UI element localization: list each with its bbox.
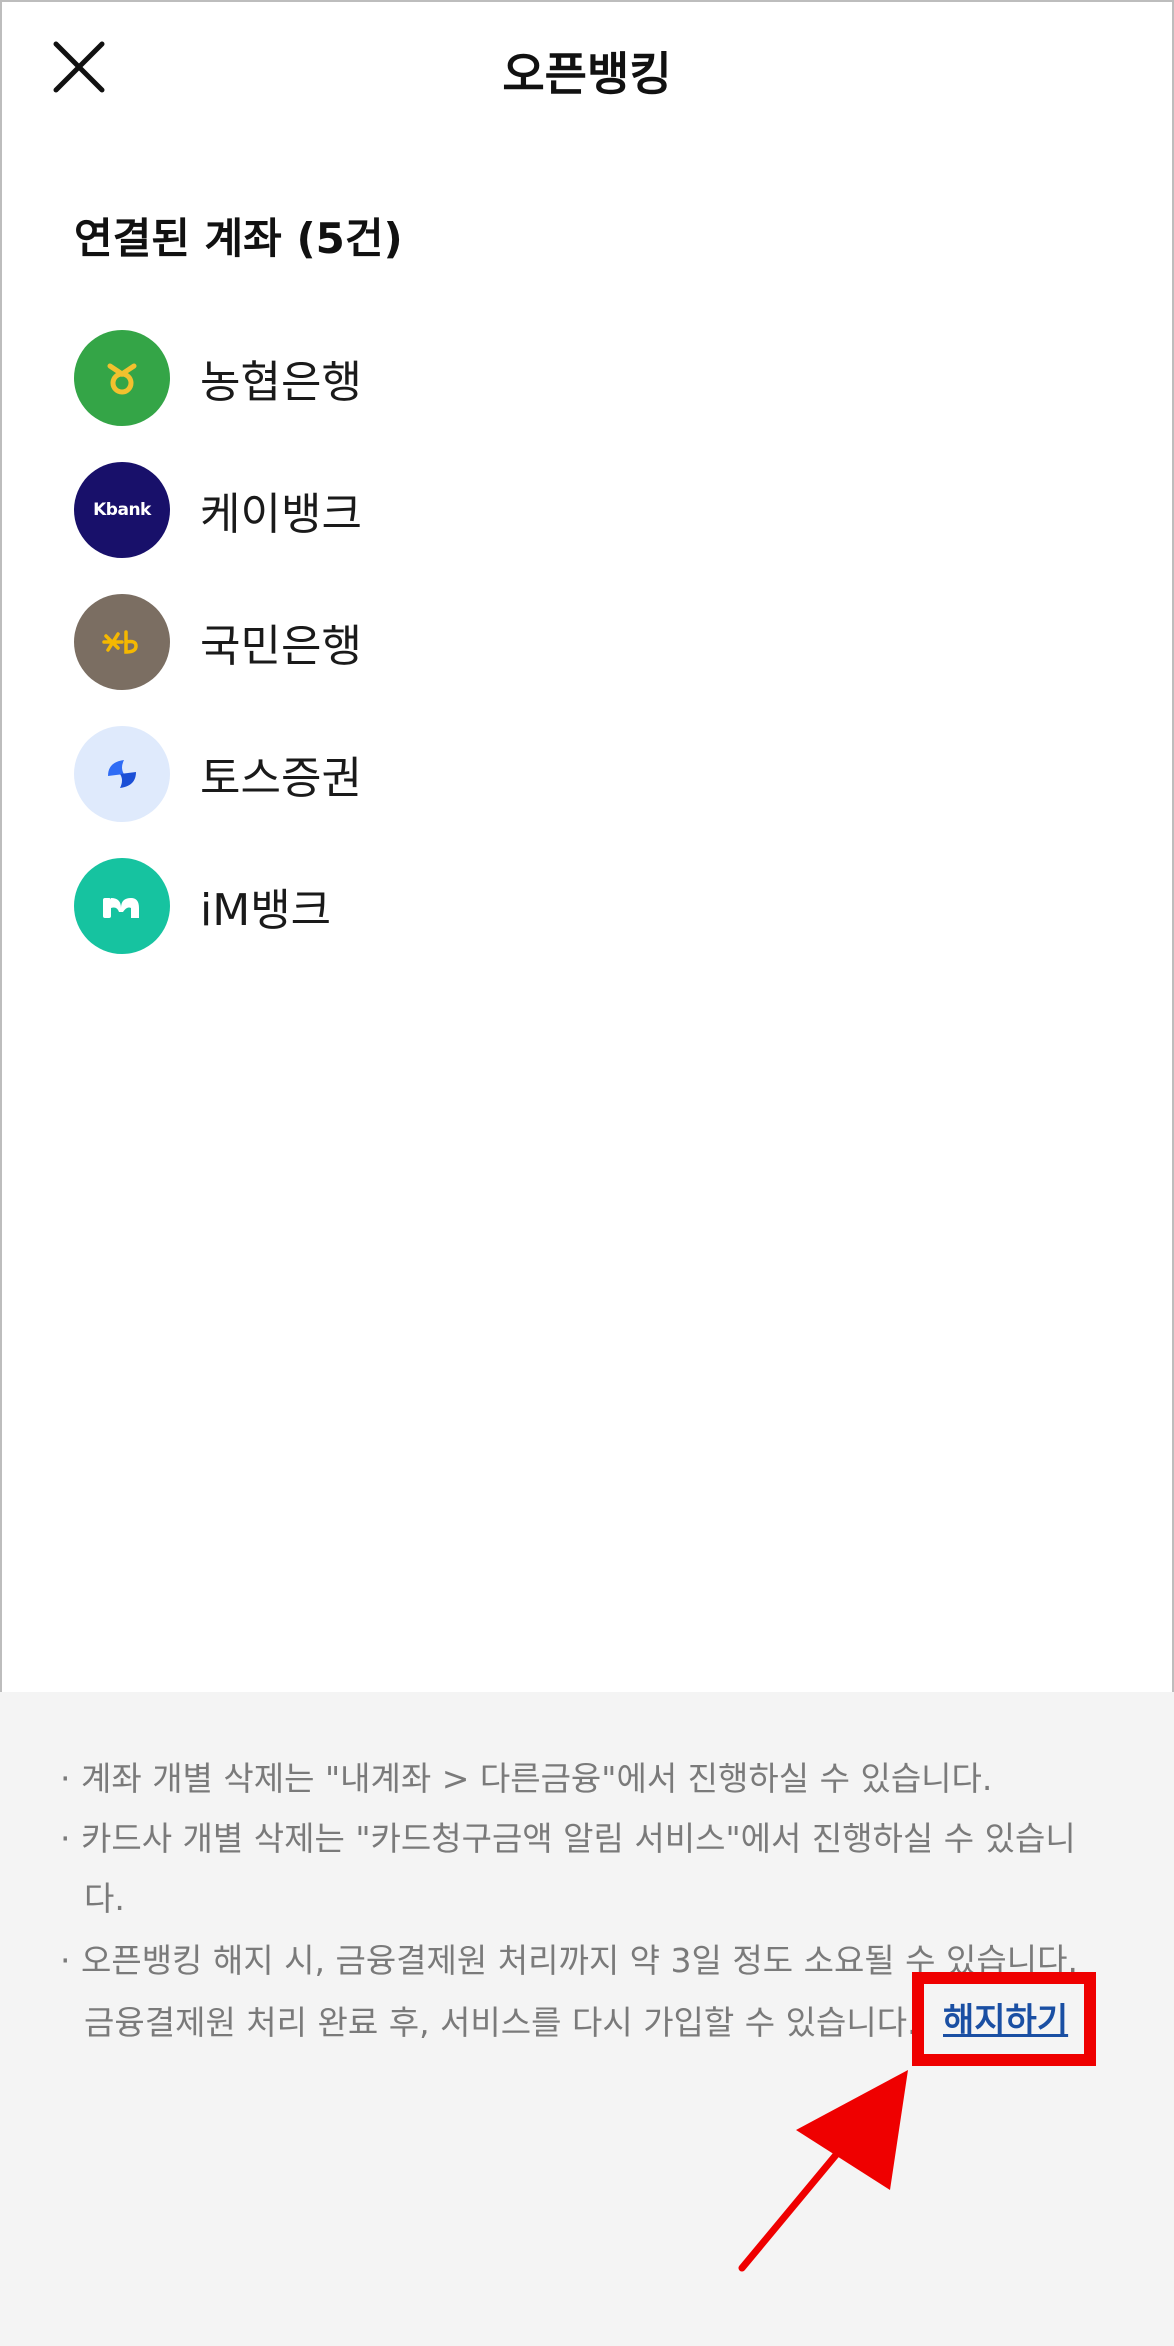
toss-securities-logo (74, 726, 170, 822)
red-arrow-icon (738, 2070, 908, 2272)
kbank-logo: Kbank (74, 462, 170, 558)
notice-line: · 계좌 개별 삭제는 "내계좌 > 다른금융"에서 진행하실 수 있습니다. (60, 1759, 993, 1798)
notice-line: · 카드사 개별 삭제는 "카드청구금액 알림 서비스"에서 진행하실 수 있습… (60, 1819, 1076, 1858)
nh-bank-logo (74, 330, 170, 426)
bank-name: iM뱅크 (200, 885, 332, 936)
page-title: 오픈뱅킹 (502, 47, 672, 101)
connected-accounts-title: 연결된 계좌 (5건) (74, 214, 403, 263)
bank-name: 농협은행 (200, 357, 362, 408)
account-item-kbank[interactable]: Kbank 케이뱅크 (74, 462, 1074, 558)
account-item-nh[interactable]: 농협은행 (74, 330, 1074, 426)
bank-name: 토스증권 (200, 753, 362, 804)
account-item-kb[interactable]: 국민은행 (74, 594, 1074, 690)
kbank-logo-text: Kbank (93, 500, 151, 520)
bank-name: 국민은행 (200, 621, 362, 672)
account-item-im[interactable]: iM뱅크 (74, 858, 1074, 954)
notice-line: 다. (84, 1879, 125, 1918)
account-list: 농협은행 Kbank 케이뱅크 국민은행 토스증권 iM뱅크 (74, 330, 1074, 990)
header: 오픈뱅킹 (0, 0, 1174, 140)
notice-line: 금융결제원 처리 완료 후, 서비스를 다시 가입할 수 있습니다. (84, 2003, 918, 2042)
im-bank-logo (74, 858, 170, 954)
highlight-box (912, 1972, 1096, 2066)
bank-name: 케이뱅크 (200, 489, 362, 540)
kb-bank-logo (74, 594, 170, 690)
account-item-toss[interactable]: 토스증권 (74, 726, 1074, 822)
